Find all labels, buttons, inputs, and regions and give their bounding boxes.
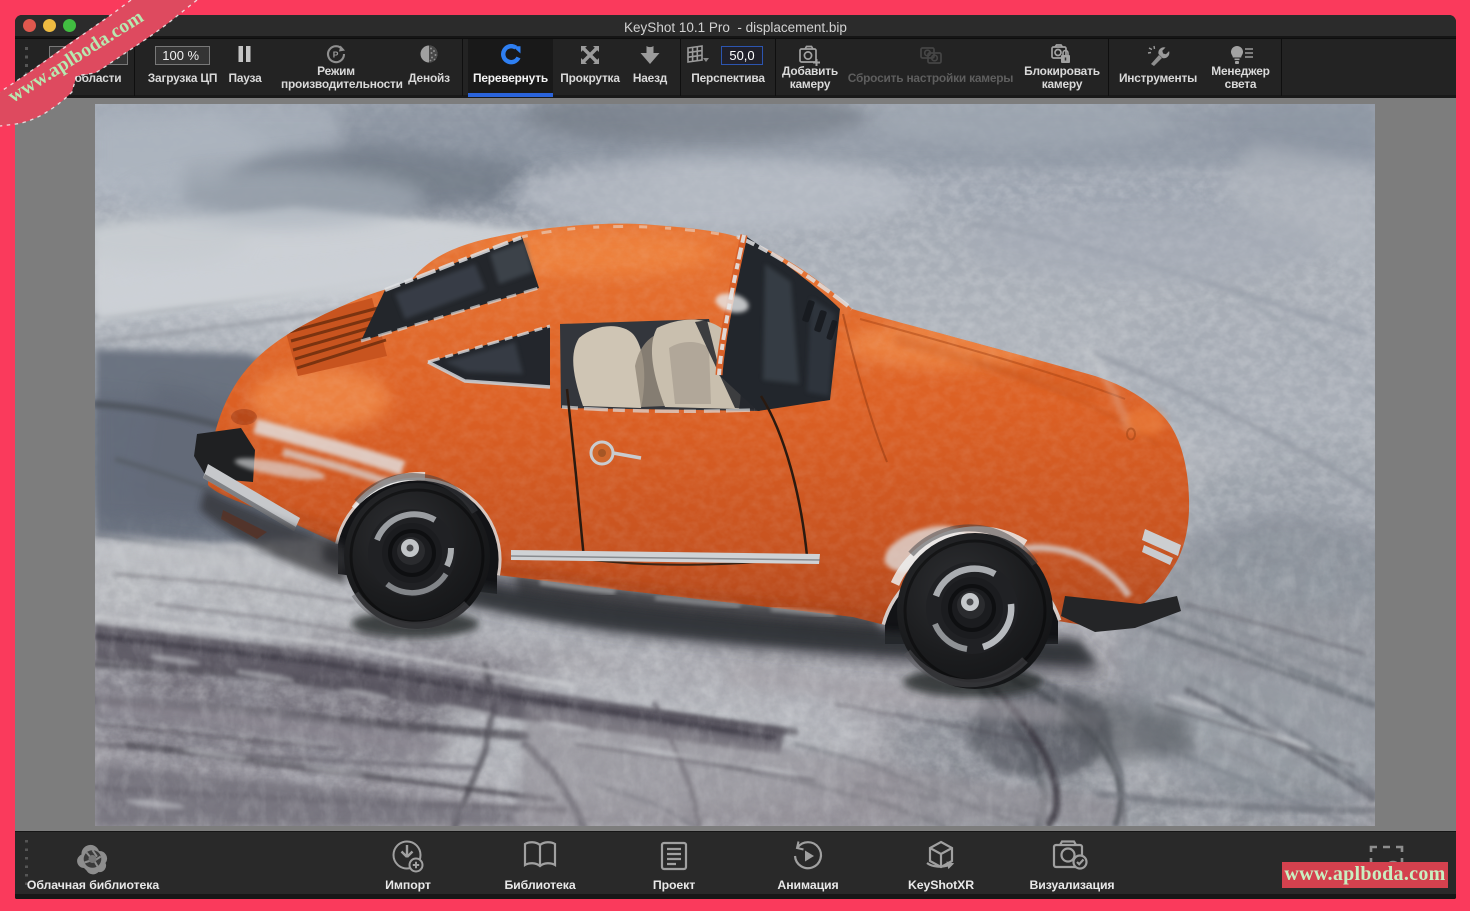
svg-text:P: P (333, 50, 339, 60)
svg-text:www.aplboda.com: www.aplboda.com (4, 6, 147, 107)
